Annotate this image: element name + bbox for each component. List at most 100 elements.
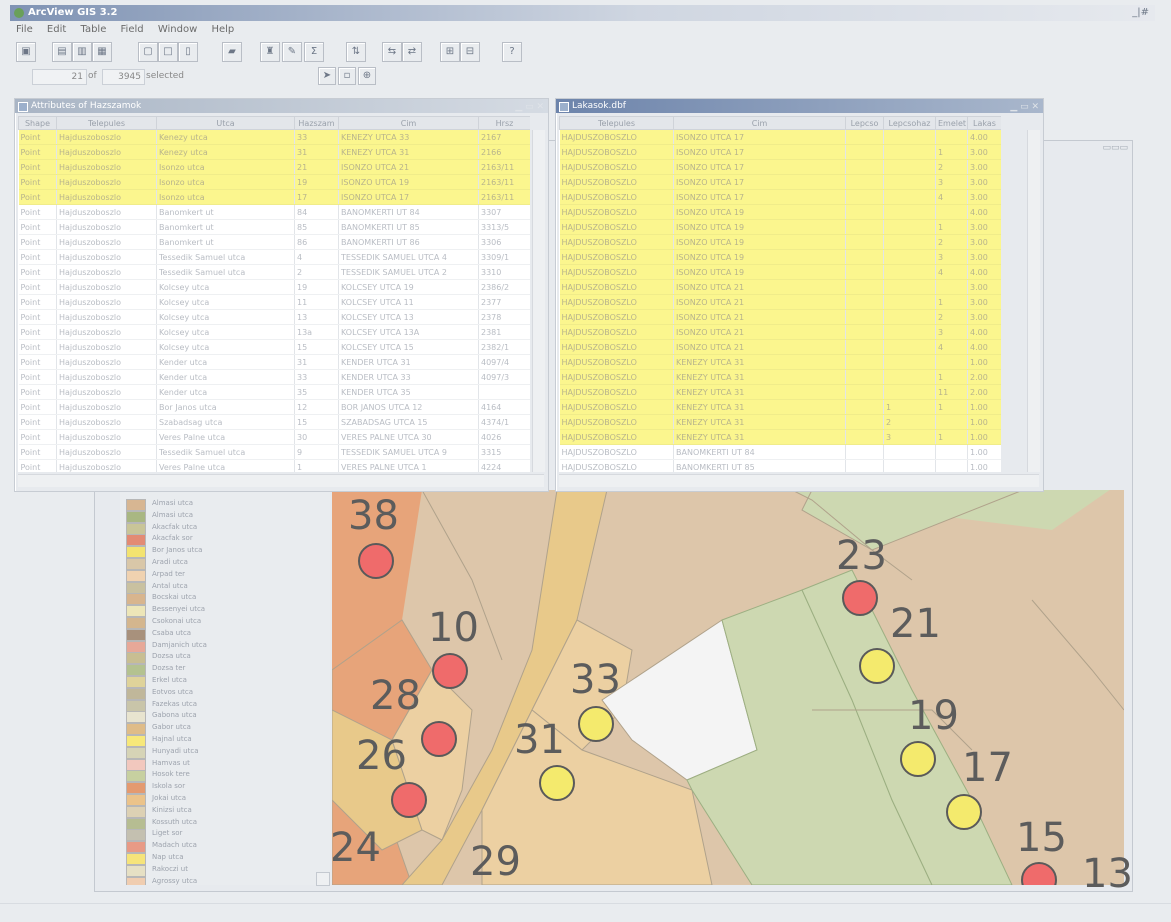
window-control-buttons[interactable]: _|# (1132, 7, 1149, 18)
menu-help[interactable]: Help (211, 24, 234, 35)
table-row[interactable]: Point Hajduszoboszlo Tessedik Samuel utca 2… (18, 264, 530, 280)
promote-icon[interactable]: ▯ (178, 42, 198, 62)
attr-column-header[interactable]: Cim (338, 116, 479, 130)
lakas-column-header[interactable]: Cim (673, 116, 846, 130)
table-row[interactable]: Point Hajduszoboszlo Kolcsey utca 13a KOLCSE… (18, 324, 530, 340)
lakas-column-header[interactable]: Lepcso (845, 116, 884, 130)
copy-icon[interactable]: ▦ (92, 42, 112, 62)
attr-column-header[interactable]: Hazszam (294, 116, 339, 130)
table-row[interactable]: Point Hajduszoboszlo Isonzo utca 17 ISONZO U… (18, 189, 530, 205)
address-point-red[interactable] (392, 783, 426, 817)
table-row[interactable]: Point Hajduszoboszlo Kolcsey utca 13 KOLCSEY… (18, 309, 530, 325)
table-row[interactable]: Point Hajduszoboszlo Szabadsag utca 15 SZABA… (18, 414, 530, 430)
attributes-window-controls[interactable]: ▁ ▭ ✕ (515, 100, 544, 114)
address-point-selected[interactable] (579, 707, 613, 741)
table-row[interactable]: HAJDUSZOBOSZLO KENEZY UTCA 31 3 1 1.00 (559, 429, 1001, 445)
table-row[interactable]: Point Hajduszoboszlo Banomkert ut 86 BANOMKE… (18, 234, 530, 250)
join-icon[interactable]: ⇆ (382, 42, 402, 62)
legend-scrollbar[interactable] (316, 872, 330, 886)
statistics-icon[interactable]: ⊟ (460, 42, 480, 62)
table-row[interactable]: HAJDUSZOBOSZLO ISONZO UTCA 21 3 4.00 (559, 324, 1001, 340)
summary-icon[interactable]: Σ (304, 42, 324, 62)
table-row[interactable]: Point Hajduszoboszlo Kender utca 33 KENDER U… (18, 369, 530, 385)
lakas-column-header[interactable]: Telepules (559, 116, 674, 130)
edit-icon[interactable]: ▥ (72, 42, 92, 62)
link-icon[interactable]: ⇄ (402, 42, 422, 62)
table-row[interactable]: HAJDUSZOBOSZLO ISONZO UTCA 21 3.00 (559, 279, 1001, 295)
table-row[interactable]: HAJDUSZOBOSZLO KENEZY UTCA 31 2 1.00 (559, 414, 1001, 430)
select-none-icon[interactable]: □ (158, 42, 178, 62)
table-row[interactable]: HAJDUSZOBOSZLO ISONZO UTCA 21 2 3.00 (559, 309, 1001, 325)
address-point-red[interactable] (433, 654, 467, 688)
table-row[interactable]: Point Hajduszoboszlo Veres Palne utca 30 VER… (18, 429, 530, 445)
table-row[interactable]: HAJDUSZOBOSZLO ISONZO UTCA 17 4 3.00 (559, 189, 1001, 205)
attributes-horizontal-scrollbar[interactable] (18, 474, 544, 487)
table-row[interactable]: HAJDUSZOBOSZLO ISONZO UTCA 21 4 4.00 (559, 339, 1001, 355)
table-row[interactable]: HAJDUSZOBOSZLO BANOMKERTI UT 84 1.00 (559, 444, 1001, 460)
lakas-column-header[interactable]: Emelet (935, 116, 968, 130)
lakasok-vertical-scrollbar[interactable] (1027, 130, 1040, 472)
address-point-red[interactable] (422, 722, 456, 756)
table-row[interactable]: HAJDUSZOBOSZLO ISONZO UTCA 19 2 3.00 (559, 234, 1001, 250)
table-row[interactable]: Point Hajduszoboszlo Kender utca 35 KENDER U… (18, 384, 530, 400)
table-row[interactable]: HAJDUSZOBOSZLO ISONZO UTCA 17 4.00 (559, 129, 1001, 145)
select-all-icon[interactable]: ▢ (138, 42, 158, 62)
table-row[interactable]: Point Hajduszoboszlo Banomkert ut 84 BANOMKE… (18, 204, 530, 220)
find-icon[interactable]: ♜ (260, 42, 280, 62)
select-tool-icon[interactable]: ▫ (338, 67, 356, 85)
table-row[interactable]: Point Hajduszoboszlo Kenezy utca 33 KENEZY U… (18, 129, 530, 145)
table-row[interactable]: Point Hajduszoboszlo Kender utca 31 KENDER U… (18, 354, 530, 370)
table-row[interactable]: HAJDUSZOBOSZLO BANOMKERTI UT 85 1.00 (559, 459, 1001, 472)
lakasok-window-controls[interactable]: ▁ ▭ ✕ (1010, 100, 1039, 114)
menu-field[interactable]: Field (121, 24, 144, 35)
table-row[interactable]: Point Hajduszoboszlo Tessedik Samuel utca 4… (18, 249, 530, 265)
table-row[interactable]: HAJDUSZOBOSZLO KENEZY UTCA 31 1 1 1.00 (559, 399, 1001, 415)
table-row[interactable]: HAJDUSZOBOSZLO ISONZO UTCA 21 1 3.00 (559, 294, 1001, 310)
menu-window[interactable]: Window (158, 24, 197, 35)
table-row[interactable]: Point Hajduszoboszlo Veres Palne utca 1 VERE… (18, 459, 530, 472)
attr-column-header[interactable]: Shape (18, 116, 57, 130)
table-row[interactable]: Point Hajduszoboszlo Kolcsey utca 15 KOLCSEY… (18, 339, 530, 355)
address-point-selected[interactable] (901, 742, 935, 776)
menu-file[interactable]: File (16, 24, 33, 35)
query-icon[interactable]: ✎ (282, 42, 302, 62)
table-row[interactable]: Point Hajduszoboszlo Kenezy utca 31 KENEZY U… (18, 144, 530, 160)
calculate-icon[interactable]: ⊞ (440, 42, 460, 62)
table-row[interactable]: HAJDUSZOBOSZLO ISONZO UTCA 19 3 3.00 (559, 249, 1001, 265)
table-row[interactable]: HAJDUSZOBOSZLO ISONZO UTCA 17 2 3.00 (559, 159, 1001, 175)
attr-column-header[interactable]: Telepules (56, 116, 157, 130)
table-row[interactable]: HAJDUSZOBOSZLO KENEZY UTCA 31 1 2.00 (559, 369, 1001, 385)
save-icon[interactable]: ▣ (16, 42, 36, 62)
address-point-selected[interactable] (860, 649, 894, 683)
address-point-red[interactable] (359, 544, 393, 578)
lakas-column-header[interactable]: Lepcsohaz (883, 116, 936, 130)
table-row[interactable]: HAJDUSZOBOSZLO ISONZO UTCA 19 1 3.00 (559, 219, 1001, 235)
table-row[interactable]: Point Hajduszoboszlo Kolcsey utca 19 KOLCSEY… (18, 279, 530, 295)
table-row[interactable]: HAJDUSZOBOSZLO ISONZO UTCA 19 4 4.00 (559, 264, 1001, 280)
chart-icon[interactable]: ▰ (222, 42, 242, 62)
menu-edit[interactable]: Edit (47, 24, 66, 35)
table-row[interactable]: Point Hajduszoboszlo Bor Janos utca 12 BOR J… (18, 399, 530, 415)
table-row[interactable]: Point Hajduszoboszlo Tessedik Samuel utca 9… (18, 444, 530, 460)
menu-table[interactable]: Table (80, 24, 106, 35)
table-row[interactable]: Point Hajduszoboszlo Isonzo utca 21 ISONZO U… (18, 159, 530, 175)
attr-column-header[interactable]: Utca (156, 116, 295, 130)
sort-icon[interactable]: ⇅ (346, 42, 366, 62)
table-row[interactable]: Point Hajduszoboszlo Isonzo utca 19 ISONZO U… (18, 174, 530, 190)
map-window-controls[interactable]: ▭▭▭ (1102, 143, 1128, 153)
table-row[interactable]: HAJDUSZOBOSZLO ISONZO UTCA 19 4.00 (559, 204, 1001, 220)
table-row[interactable]: HAJDUSZOBOSZLO KENEZY UTCA 31 1.00 (559, 354, 1001, 370)
address-point-red[interactable] (843, 581, 877, 615)
help-icon[interactable]: ? (502, 42, 522, 62)
identify-icon[interactable]: ⊕ (358, 67, 376, 85)
pointer-icon[interactable]: ➤ (318, 67, 336, 85)
table-row[interactable]: Point Hajduszoboszlo Kolcsey utca 11 KOLCSEY… (18, 294, 530, 310)
lakasok-horizontal-scrollbar[interactable] (559, 474, 1039, 487)
address-point-selected[interactable] (947, 795, 981, 829)
attributes-vertical-scrollbar[interactable] (532, 130, 545, 472)
table-row[interactable]: HAJDUSZOBOSZLO ISONZO UTCA 17 1 3.00 (559, 144, 1001, 160)
add-table-icon[interactable]: ▤ (52, 42, 72, 62)
table-row[interactable]: Point Hajduszoboszlo Banomkert ut 85 BANOMKE… (18, 219, 530, 235)
table-row[interactable]: HAJDUSZOBOSZLO KENEZY UTCA 31 11 2.00 (559, 384, 1001, 400)
table-row[interactable]: HAJDUSZOBOSZLO ISONZO UTCA 17 3 3.00 (559, 174, 1001, 190)
